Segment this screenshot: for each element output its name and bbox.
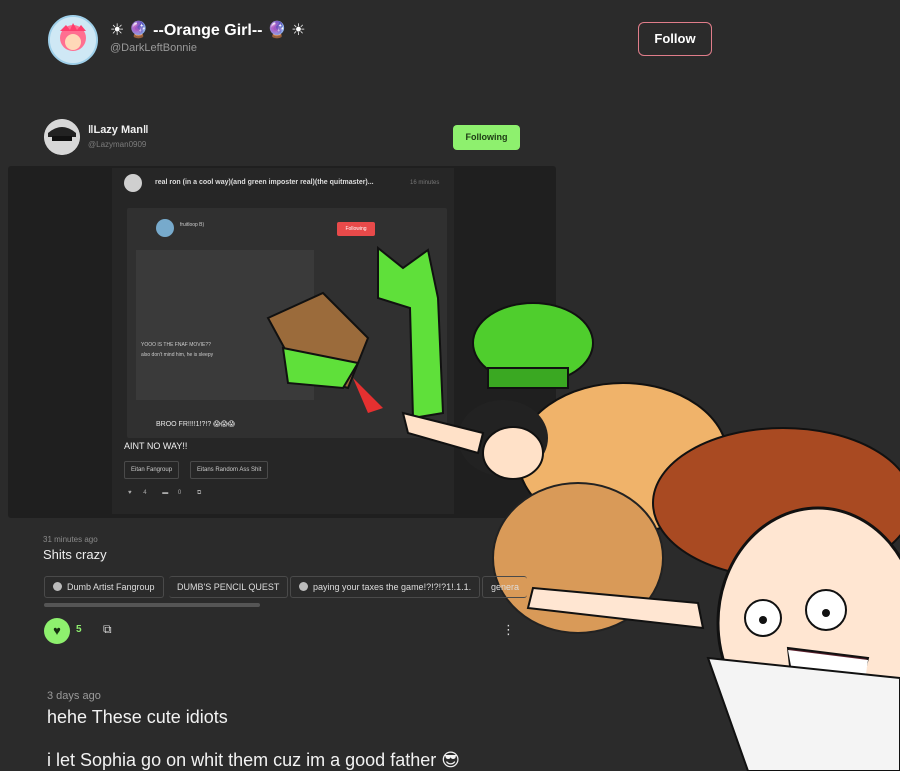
nested-inner-name: fruitloop B) bbox=[180, 222, 205, 228]
nested-title: real ron (in a cool way)(and green impos… bbox=[155, 179, 374, 186]
post-text: Shits crazy bbox=[43, 547, 107, 562]
reblog-icon: ⧉ bbox=[196, 490, 202, 496]
nested-tag: Eitan Fangroup bbox=[124, 461, 180, 479]
nested-inner-following: Following bbox=[337, 222, 375, 236]
nested-inner-avatar bbox=[156, 219, 174, 237]
post-timestamp: 31 minutes ago bbox=[43, 535, 98, 544]
heart-icon: ♥ bbox=[128, 490, 132, 496]
caption-timestamp: 3 days ago bbox=[47, 690, 101, 702]
embed-author-name: ‖Lazy Man‖ bbox=[88, 124, 149, 136]
group-avatar-icon bbox=[53, 582, 62, 591]
cartoon-overlay bbox=[266, 245, 900, 771]
tag-chip[interactable]: paying your taxes the game!?!?!?1!.1.1. bbox=[290, 576, 481, 598]
nested-time: 16 minutes bbox=[410, 180, 440, 186]
caption-line-1: hehe These cute idiots bbox=[47, 707, 228, 727]
embed-author-handle: @Lazyman0909 bbox=[88, 140, 147, 149]
profile-display-name: ☀ 🔮 --Orange Girl-- 🔮 ☀ bbox=[110, 22, 306, 39]
profile-avatar[interactable] bbox=[48, 15, 98, 65]
nested-deep-line-2: also don't mind him, he is sleepy bbox=[141, 352, 214, 358]
nested-broo-text: BROO FR!!!!1!?!? 😱😱😱 bbox=[156, 421, 236, 428]
reblog-icon[interactable]: ⧉ bbox=[103, 622, 112, 637]
follow-button[interactable]: Follow bbox=[638, 22, 712, 56]
embed-author-avatar bbox=[44, 119, 80, 155]
fangroup-chip[interactable]: Dumb Artist Fangroup bbox=[44, 576, 164, 598]
more-options-icon[interactable]: ⋮ bbox=[502, 622, 515, 638]
like-button[interactable]: ♥ bbox=[44, 618, 70, 644]
tags-scrollbar[interactable] bbox=[44, 603, 260, 607]
like-count: 5 bbox=[76, 624, 82, 635]
heart-icon: ♥ bbox=[53, 623, 61, 638]
profile-handle[interactable]: @DarkLeftBonnie bbox=[110, 42, 197, 54]
nested-avatar bbox=[124, 174, 142, 192]
embed-following-button: Following bbox=[453, 125, 520, 150]
nested-deep-line-1: YOOO IS THE FNAF MOVIE?? bbox=[141, 342, 211, 348]
tag-chip[interactable]: DUMB'S PENCIL QUEST bbox=[169, 576, 289, 598]
nested-aint-text: AINT NO WAY!! bbox=[124, 441, 188, 451]
tag-chip[interactable]: genera bbox=[482, 576, 528, 598]
comment-icon: ▬ bbox=[162, 490, 169, 496]
tag-avatar-icon bbox=[299, 582, 308, 591]
caption-line-2: i let Sophia go on whit them cuz im a go… bbox=[47, 750, 460, 770]
nested-actions: ♥ 4 ▬ 0 ⧉ bbox=[128, 490, 202, 496]
